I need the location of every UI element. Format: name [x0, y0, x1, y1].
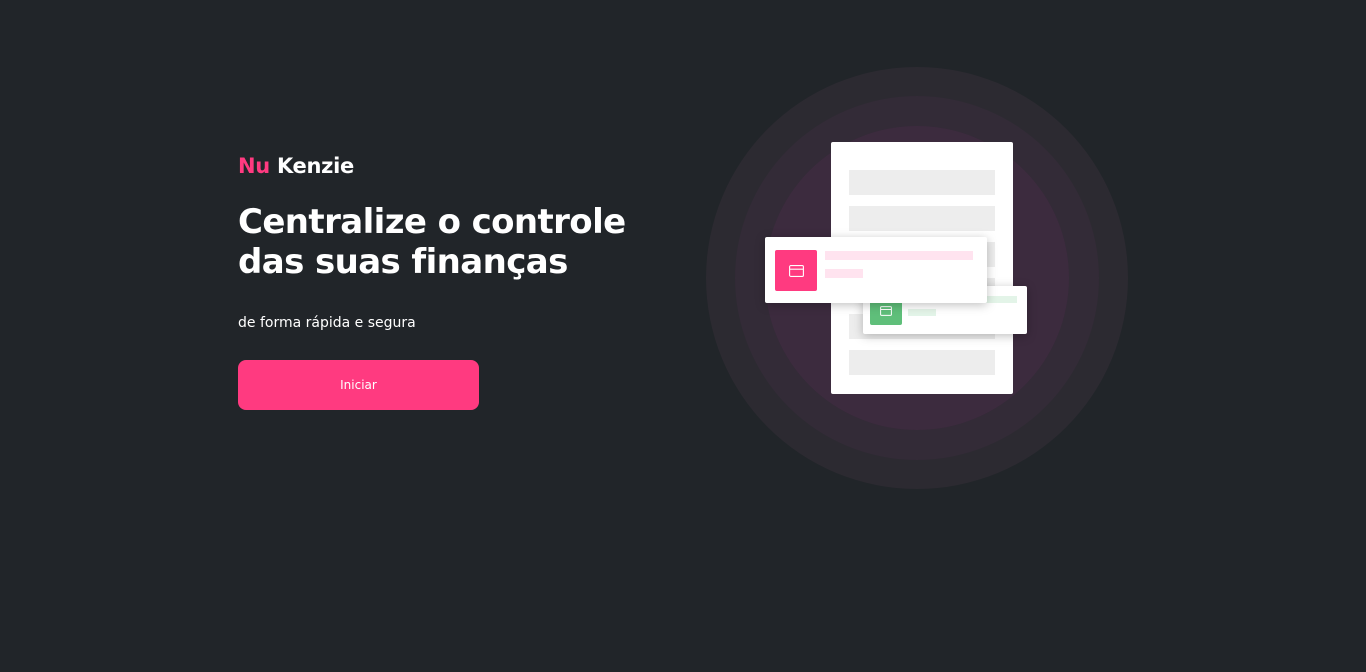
logo-nu: Nu: [238, 154, 270, 178]
placeholder-bar: [908, 309, 936, 316]
start-button[interactable]: Iniciar: [238, 360, 479, 410]
landing-page: Nu Kenzie Centralize o controle das suas…: [0, 0, 1366, 672]
logo-kenzie: Kenzie: [276, 154, 354, 178]
finance-illustration: [706, 67, 1128, 489]
document-row: [849, 350, 995, 375]
hero-subtitle: de forma rápida e segura: [238, 315, 416, 331]
logo: Nu Kenzie: [238, 152, 658, 180]
placeholder-bar: [825, 251, 973, 260]
document-row: [849, 206, 995, 231]
hero-headline: Centralize o controle das suas finanças: [238, 202, 626, 282]
placeholder-bar: [825, 269, 863, 278]
document-row: [849, 170, 995, 195]
credit-card-icon: [775, 250, 817, 291]
hero-section: Nu Kenzie Centralize o controle das suas…: [238, 152, 658, 410]
expense-card-illustration: [765, 237, 987, 303]
